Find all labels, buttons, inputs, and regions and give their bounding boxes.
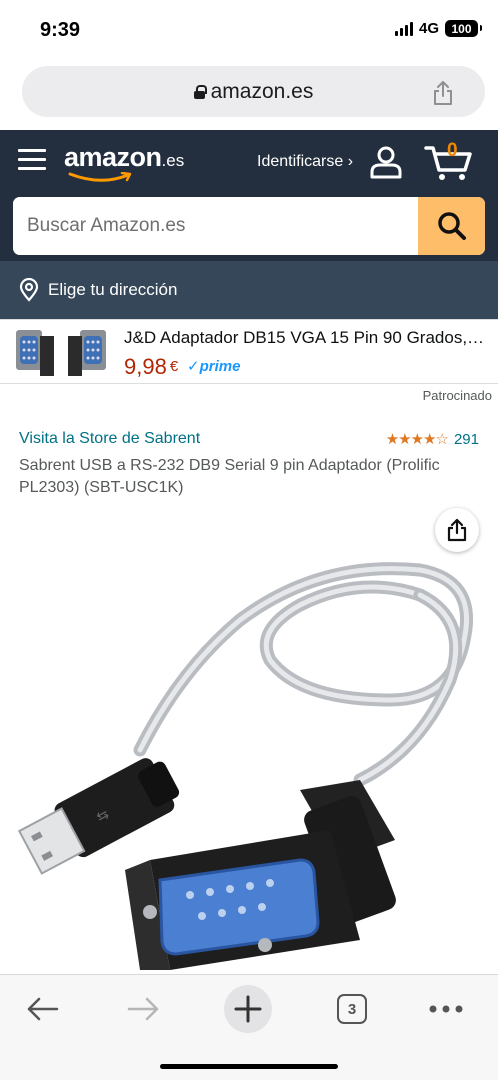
location-bar[interactable]: Elige tu dirección [0, 261, 498, 319]
prime-badge: ✓prime [187, 358, 241, 375]
price-value: 9,98 [124, 354, 167, 379]
product-rating[interactable]: ★★★★☆ 291 [385, 430, 479, 449]
plus-icon [234, 995, 262, 1023]
sponsored-title[interactable]: J&D Adaptador DB15 VGA 15 Pin 90 Grados,… [124, 328, 490, 348]
share-button[interactable] [435, 508, 479, 552]
location-label: Elige tu dirección [48, 280, 178, 299]
logo-text: amazon [64, 142, 162, 172]
price-currency: € [169, 358, 179, 375]
amazon-logo[interactable]: amazon.es [64, 142, 185, 182]
hamburger-icon[interactable] [18, 149, 46, 171]
home-indicator [160, 1064, 338, 1069]
logo-suffix: .es [161, 151, 185, 170]
user-icon[interactable] [368, 144, 404, 180]
product-title: Sabrent USB a RS-232 DB9 Serial 9 pin Ad… [19, 457, 440, 496]
logo-smile-icon [68, 172, 132, 182]
amazon-header: amazon.es Identificarse › 0 [0, 130, 498, 261]
search-bar [13, 197, 485, 255]
tab-count: 3 [337, 994, 367, 1024]
url-bar[interactable]: amazon.es [22, 66, 485, 117]
url-text: amazon.es [210, 79, 314, 103]
vga-adapter-image [68, 330, 106, 376]
store-link[interactable]: Visita la Store de Sabrent [19, 430, 200, 448]
search-button[interactable] [418, 197, 485, 255]
share-icon [447, 518, 467, 542]
lock-icon [193, 84, 207, 99]
back-button[interactable] [20, 987, 64, 1031]
product-image[interactable]: ⇆ [0, 550, 498, 974]
battery-icon: 100 [445, 20, 482, 37]
cart-count: 0 [447, 140, 458, 161]
sponsored-label[interactable]: Patrocinado [423, 388, 492, 403]
back-arrow-icon [27, 997, 59, 1021]
rating-stars: ★★★★☆ [385, 431, 449, 448]
status-bar: 9:39 4G 100 [0, 0, 498, 62]
new-tab-button[interactable] [224, 985, 272, 1033]
sponsored-banner[interactable]: J&D Adaptador DB15 VGA 15 Pin 90 Grados,… [0, 319, 498, 384]
location-pin-icon [19, 278, 39, 302]
search-input[interactable] [13, 197, 418, 255]
tabs-button[interactable]: 3 [330, 987, 374, 1031]
forward-button[interactable] [122, 987, 166, 1031]
sponsored-price: 9,98 € [124, 354, 178, 380]
signin-link[interactable]: Identificarse › [257, 153, 353, 171]
rating-count: 291 [453, 430, 479, 448]
vga-adapter-image [16, 330, 54, 376]
more-button[interactable] [424, 987, 468, 1031]
share-icon[interactable] [431, 80, 455, 106]
network-label: 4G [418, 20, 439, 37]
more-icon [429, 1005, 463, 1013]
forward-arrow-icon [127, 997, 159, 1021]
search-icon [437, 212, 466, 240]
status-time: 9:39 [40, 19, 81, 41]
status-indicators: 4G 100 [394, 20, 482, 37]
signal-icon [394, 21, 413, 36]
browser-url-area: amazon.es [0, 62, 498, 130]
